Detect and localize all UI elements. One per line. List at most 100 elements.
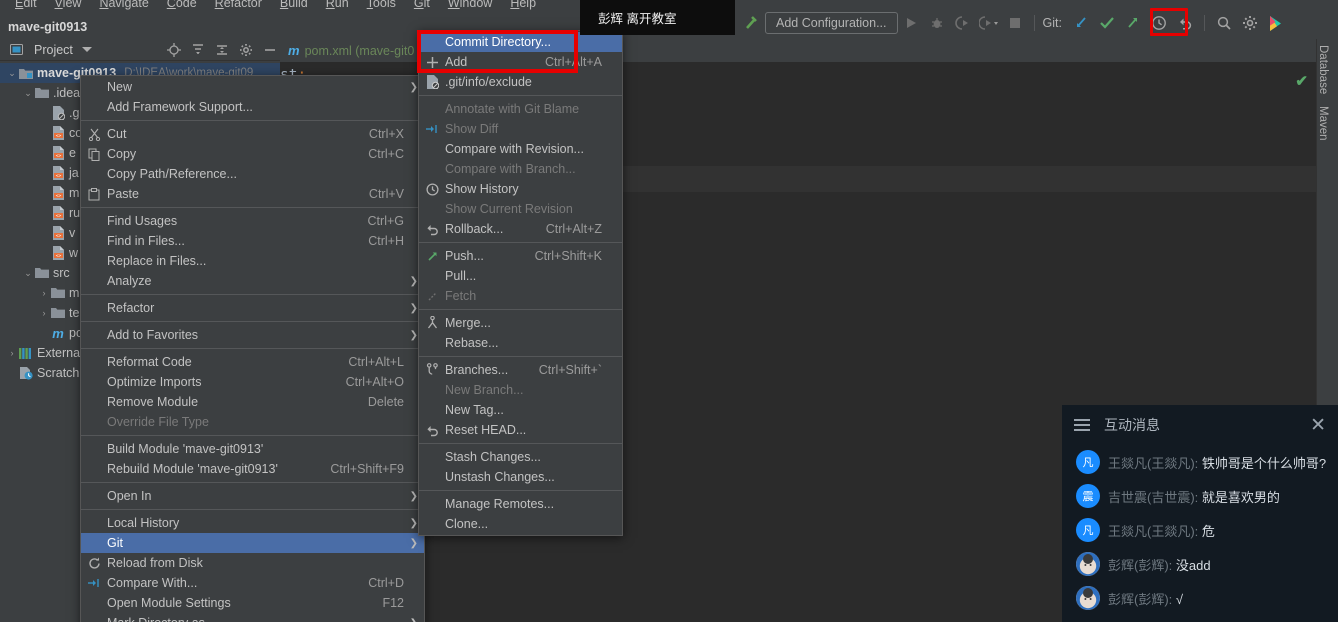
run-icon[interactable] — [898, 11, 924, 35]
git-rebase[interactable]: Rebase... — [419, 333, 622, 353]
git-manage-remotes[interactable]: Manage Remotes... — [419, 494, 622, 514]
chat-popup[interactable]: 互动消息 ✕ 凡王燚凡(王燚凡): 铁帅哥是个什么帅哥? 震吉世震(吉世震): 就… — [1062, 405, 1338, 622]
gear-icon[interactable] — [1237, 11, 1263, 35]
menubar-item-tools[interactable]: Tools — [358, 0, 405, 10]
git-show-history[interactable]: Show History — [419, 179, 622, 199]
close-icon[interactable]: ✕ — [1310, 416, 1326, 435]
profile-icon[interactable] — [976, 11, 1002, 35]
ctx-refactor[interactable]: Refactor ❯ — [81, 298, 424, 318]
chevron-down-icon[interactable] — [77, 41, 97, 59]
menubar-item-help[interactable]: Help — [501, 0, 545, 10]
git-push[interactable]: Push... Ctrl+Shift+K — [419, 246, 622, 266]
git-reset-head[interactable]: Reset HEAD... — [419, 420, 622, 440]
git-clone[interactable]: Clone... — [419, 514, 622, 534]
ctx-copy[interactable]: Copy Ctrl+C — [81, 144, 424, 164]
tree-expander[interactable]: › — [38, 308, 50, 318]
menubar-item-window[interactable]: Window — [439, 0, 501, 10]
chat-message[interactable]: 凡王燚凡(王燚凡): 铁帅哥是个什么帅哥? — [1062, 445, 1338, 479]
hide-panel-icon[interactable] — [260, 41, 280, 59]
git-git-info-exclude[interactable]: .git/info/exclude — [419, 72, 622, 92]
git-new-tag[interactable]: New Tag... — [419, 400, 622, 420]
git-submenu[interactable]: Commit Directory... Add Ctrl+Alt+A .git/inf… — [418, 30, 623, 536]
tree-expander[interactable]: ⌄ — [6, 68, 18, 79]
git-branches[interactable]: Branches... Ctrl+Shift+` — [419, 360, 622, 380]
right-tab-maven[interactable]: Maven — [1317, 100, 1329, 147]
expand-all-icon[interactable] — [188, 41, 208, 59]
chat-sender: 王燚凡(王燚凡): — [1108, 455, 1199, 471]
add-configuration-button[interactable]: Add Configuration... — [765, 12, 898, 34]
menubar-item-view[interactable]: View — [46, 0, 91, 10]
chat-message[interactable]: 凡王燚凡(王燚凡): 危 — [1062, 513, 1338, 547]
ctx-build-module-mave-git0913[interactable]: Build Module 'mave-git0913' — [81, 439, 424, 459]
git-pull[interactable]: Pull... — [419, 266, 622, 286]
locate-file-icon[interactable] — [164, 41, 184, 59]
tree-expander[interactable]: › — [6, 348, 18, 358]
menubar-item-run[interactable]: Run — [317, 0, 358, 10]
ctx-cut[interactable]: Cut Ctrl+X — [81, 124, 424, 144]
ctx-analyze[interactable]: Analyze ❯ — [81, 271, 424, 291]
menu-item-label: Find in Files... — [107, 234, 185, 248]
menu-item-label: Cut — [107, 127, 127, 141]
ctx-mark-directory-as[interactable]: Mark Directory as❯ — [81, 613, 424, 622]
ctx-open-module-settings[interactable]: Open Module Settings F12 — [81, 593, 424, 613]
menubar-item-edit[interactable]: Edit — [6, 0, 46, 10]
ctx-replace-in-files[interactable]: Replace in Files... — [81, 251, 424, 271]
tree-expander[interactable]: › — [38, 288, 50, 298]
run-with-coverage-icon[interactable] — [950, 11, 976, 35]
ctx-open-in[interactable]: Open In ❯ — [81, 486, 424, 506]
collapse-all-icon[interactable] — [212, 41, 232, 59]
chat-sender: 彭辉(彭辉): — [1108, 591, 1173, 607]
module-context-menu[interactable]: New ❯ Add Framework Support... Cut Ctrl+X Cop… — [80, 75, 425, 622]
editor-tab-pom-xml[interactable]: m pom.xml (mave-git0 — [280, 39, 422, 62]
fetch-icon — [419, 290, 445, 303]
menubar-item-git[interactable]: Git — [405, 0, 439, 10]
debug-icon[interactable] — [924, 11, 950, 35]
ctx-compare-with[interactable]: Compare With... Ctrl+D — [81, 573, 424, 593]
ctx-reload-from-disk[interactable]: Reload from Disk — [81, 553, 424, 573]
menubar-item-build[interactable]: Build — [271, 0, 317, 10]
ctx-git[interactable]: Git ❯ — [81, 533, 424, 553]
ctx-add-framework-support[interactable]: Add Framework Support... — [81, 97, 424, 117]
menu-item-label: Show Diff — [445, 122, 499, 136]
menubar-item-refactor[interactable]: Refactor — [206, 0, 271, 10]
build-hammer-icon[interactable] — [739, 11, 765, 35]
menubar-item-code[interactable]: Code — [158, 0, 206, 10]
git-unstash-changes[interactable]: Unstash Changes... — [419, 467, 622, 487]
git-push-icon[interactable] — [1120, 11, 1146, 35]
ctx-rebuild-module-mave-git0913[interactable]: Rebuild Module 'mave-git0913' Ctrl+Shift+… — [81, 459, 424, 479]
chat-message[interactable]: 彭辉(彭辉): 没add — [1062, 547, 1338, 581]
ctx-find-usages[interactable]: Find Usages Ctrl+G — [81, 211, 424, 231]
right-tab-database[interactable]: Database — [1317, 39, 1329, 100]
stop-icon[interactable] — [1002, 11, 1028, 35]
ctx-new[interactable]: New ❯ — [81, 77, 424, 97]
git-merge[interactable]: Merge... — [419, 313, 622, 333]
git-stash-changes[interactable]: Stash Changes... — [419, 447, 622, 467]
ctx-add-to-favorites[interactable]: Add to Favorites ❯ — [81, 325, 424, 345]
ctx-paste[interactable]: Paste Ctrl+V — [81, 184, 424, 204]
menu-item-label: Local History — [107, 516, 180, 530]
chat-message[interactable]: 震吉世震(吉世震): 就是喜欢男的 — [1062, 479, 1338, 513]
project-panel-title[interactable]: Project — [34, 43, 73, 57]
menu-item-shortcut: Ctrl+H — [368, 234, 404, 248]
tree-expander[interactable]: ⌄ — [22, 268, 34, 279]
ctx-local-history[interactable]: Local History ❯ — [81, 513, 424, 533]
gear-icon[interactable] — [236, 41, 256, 59]
ctx-remove-module[interactable]: Remove Module Delete — [81, 392, 424, 412]
menu-separator — [81, 207, 424, 208]
git-compare-with-revision[interactable]: Compare with Revision... — [419, 139, 622, 159]
git-commit-check-icon[interactable] — [1094, 11, 1120, 35]
plugin-icon[interactable] — [1263, 11, 1289, 35]
tree-expander[interactable]: ⌄ — [22, 88, 34, 99]
git-rollback[interactable]: Rollback... Ctrl+Alt+Z — [419, 219, 622, 239]
git-update-icon[interactable] — [1068, 11, 1094, 35]
chat-message[interactable]: 彭辉(彭辉): √ — [1062, 581, 1338, 615]
menubar-item-navigate[interactable]: Navigate — [90, 0, 157, 10]
main-toolbar[interactable]: Add Configuration... Git: — [700, 8, 1338, 38]
search-icon[interactable] — [1211, 11, 1237, 35]
ctx-reformat-code[interactable]: Reformat Code Ctrl+Alt+L — [81, 352, 424, 372]
ctx-copy-path-reference[interactable]: Copy Path/Reference... — [81, 164, 424, 184]
menu-item-label: Mark Directory as — [107, 616, 404, 622]
hamburger-icon[interactable] — [1074, 419, 1090, 431]
ctx-find-in-files[interactable]: Find in Files... Ctrl+H — [81, 231, 424, 251]
ctx-optimize-imports[interactable]: Optimize Imports Ctrl+Alt+O — [81, 372, 424, 392]
